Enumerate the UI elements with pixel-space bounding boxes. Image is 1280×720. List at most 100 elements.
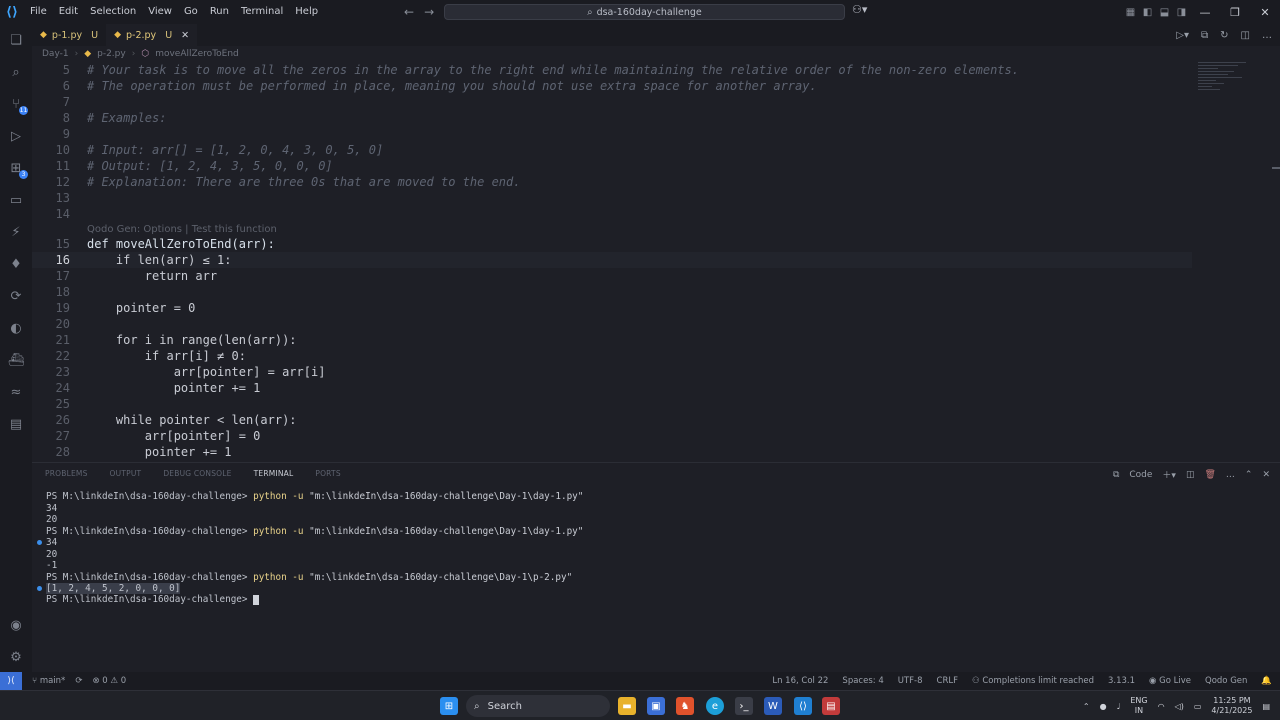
run-icon[interactable]: ▷▾ [1176,30,1189,41]
completions-status[interactable]: ⚇ Completions limit reached [972,676,1094,686]
tab-p-1[interactable]: ◆ p-1.py U [32,24,106,46]
tab-problems[interactable]: PROBLEMS [45,469,88,478]
branch-item[interactable]: ⑂ main* [32,676,65,686]
menu-file[interactable]: File [24,0,53,24]
go-live[interactable]: ◉ Go Live [1149,676,1191,686]
codelens[interactable]: Qodo Gen: Options | Test this function [87,224,277,235]
word-icon[interactable]: W [764,697,782,715]
tab-debug-console[interactable]: DEBUG CONSOLE [163,469,231,478]
minimap[interactable] [1198,62,1250,112]
menu-help[interactable]: Help [289,0,324,24]
docker-icon[interactable]: ⛴ [6,350,26,370]
problems-item[interactable]: ⊗ 0 ⚠ 0 [92,676,126,686]
cursor-position[interactable]: Ln 16, Col 22 [772,676,828,686]
account-icon[interactable]: ◉ [6,615,26,635]
toggle-sidebar-icon[interactable]: ◧ [1139,7,1156,18]
minimize-icon[interactable]: — [1190,6,1220,19]
python-version[interactable]: 3.13.1 [1108,676,1135,686]
tab-p-2[interactable]: ◆ p-2.py U ✕ [106,24,198,46]
remote-explorer-icon[interactable]: ▭ [6,190,26,210]
menu-go[interactable]: Go [178,0,204,24]
brave-browser-icon[interactable]: ♞ [676,697,694,715]
terminal-profile-label[interactable]: Code [1129,470,1152,480]
menu-selection[interactable]: Selection [84,0,142,24]
toggle-panel-icon[interactable]: ⬓ [1156,7,1173,18]
new-terminal-icon[interactable]: ＋▾ [1162,468,1176,481]
line-ending[interactable]: CRLF [937,676,958,686]
command-center-search[interactable]: ⌕ dsa-160day-challenge [444,4,845,20]
command-status-dot[interactable] [37,586,42,591]
close-icon[interactable]: ✕ [1250,6,1280,19]
explorer-icon[interactable]: ❏ [6,30,26,50]
tab-ports[interactable]: PORTS [315,469,340,478]
maximize-icon[interactable]: ❐ [1220,6,1250,19]
notification-center-icon[interactable]: ▤ [1262,702,1270,711]
gear-icon[interactable]: ⚙ [6,647,26,667]
battery-icon[interactable]: ▭ [1194,702,1202,711]
chevron-right-icon: › [131,49,136,59]
encoding[interactable]: UTF-8 [898,676,923,686]
more-actions-icon[interactable]: … [1262,30,1272,41]
close-panel-icon[interactable]: ✕ [1262,470,1270,480]
breadcrumb-folder[interactable]: Day-1 [42,49,69,59]
microphone-icon[interactable]: ♩ [1117,702,1121,711]
search-icon[interactable]: ⌕ [6,62,26,82]
breadcrumb-file[interactable]: p-2.py [97,49,126,59]
run-debug-icon[interactable]: ▷ [6,126,26,146]
layout-customize-icon[interactable]: ▦ [1122,7,1139,18]
github-icon[interactable]: ◐ [6,318,26,338]
extensions-icon[interactable]: ⊞ 3 [6,158,28,179]
terminal-prompt: PS M:\linkdeIn\dsa-160day-challenge> [46,491,254,502]
editor-scrollbar[interactable] [1272,167,1280,169]
close-tab-icon[interactable]: ✕ [181,30,189,41]
menu-terminal[interactable]: Terminal [235,0,289,24]
tailwind-icon[interactable]: ≈ [6,382,26,402]
split-editor-icon[interactable]: ◫ [1241,30,1250,41]
qodo-icon[interactable]: ⚡ [6,222,26,242]
taskbar-search[interactable]: ⌕ Search [466,695,610,717]
command-status-dot[interactable] [37,540,42,545]
tab-output[interactable]: OUTPUT [110,469,142,478]
forward-arrow-icon[interactable]: → [424,5,434,19]
kill-terminal-icon[interactable]: 🗑 [1204,470,1215,480]
remote-indicator-icon[interactable]: ⟩⟨ [0,672,22,690]
qodo-gen[interactable]: Qodo Gen [1205,676,1247,686]
source-control-icon[interactable]: ⑂ 11 [6,94,28,115]
chevron-up-icon[interactable]: ⌃ [1083,702,1090,711]
mongodb-icon[interactable]: ♦ [6,254,26,274]
maximize-panel-icon[interactable]: ⌃ [1245,470,1253,480]
volume-icon[interactable]: ◁) [1175,702,1184,711]
menu-run[interactable]: Run [204,0,235,24]
tab-terminal[interactable]: TERMINAL [254,469,294,478]
indentation[interactable]: Spaces: 4 [842,676,883,686]
wifi-icon[interactable]: ◠ [1158,702,1165,711]
language-indicator[interactable]: ENG IN [1130,696,1147,716]
menu-edit[interactable]: Edit [53,0,84,24]
notifications-icon[interactable]: 🔔 [1261,676,1272,686]
code-editor[interactable]: 5 # Your task is to move all the zeros in… [32,62,1280,460]
compare-icon[interactable]: ⧉ [1201,30,1208,41]
clock[interactable]: 11:25 PM 4/21/2025 [1211,696,1252,716]
code-text: return arr [87,269,218,283]
sync-icon[interactable]: ⟳ [75,676,82,686]
breadcrumb-symbol[interactable]: moveAllZeroToEnd [155,49,239,59]
more-actions-icon[interactable]: … [1226,470,1235,480]
back-arrow-icon[interactable]: ← [404,5,414,19]
open-changes-icon[interactable]: ↻ [1220,30,1228,41]
database-icon[interactable]: ▤ [6,414,26,434]
line-number: 27 [55,429,70,443]
split-terminal-icon[interactable]: ◫ [1186,470,1195,480]
terminal-app-icon[interactable]: ›_ [735,697,753,715]
copilot-icon[interactable]: ⚇▾ [852,3,867,16]
app-icon[interactable]: ▤ [822,697,840,715]
code-line: 23 arr[pointer] = arr[i] [32,364,1192,380]
live-share-icon[interactable]: ⟳ [6,286,26,306]
toggle-secondary-sidebar-icon[interactable]: ◨ [1173,7,1190,18]
menu-view[interactable]: View [142,0,178,24]
tray-app-icon[interactable]: ● [1100,702,1107,711]
windows-start-icon[interactable]: ⊞ [440,697,458,715]
store-icon[interactable]: ▣ [647,697,665,715]
edge-browser-icon[interactable]: e [706,697,724,715]
vscode-taskbar-icon[interactable]: ⟨⟩ [794,697,812,715]
file-explorer-icon[interactable]: ▬ [618,697,636,715]
